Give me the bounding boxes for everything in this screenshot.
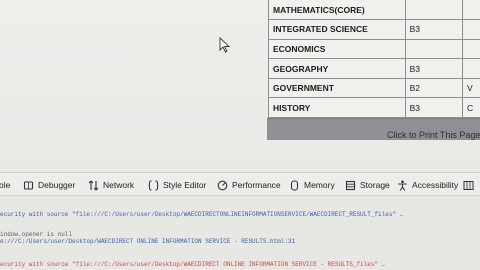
- accessibility-icon: [397, 180, 408, 191]
- tab-label: Network: [103, 180, 135, 190]
- subject-cell: GOVERNMENT: [268, 77, 406, 99]
- tab-memory[interactable]: Memory: [289, 178, 335, 192]
- tab-label: Memory: [304, 180, 335, 190]
- console-message: e:///C:/Users/user/Desktop/WAECDIRECT ON…: [0, 238, 296, 245]
- extra-cell: [462, 38, 480, 60]
- console-message: indow.opener is null: [0, 231, 73, 238]
- tab-label: Performance: [232, 180, 281, 190]
- tab-label: Storage: [360, 180, 390, 190]
- subject-cell: GEOGRAPHY: [268, 58, 406, 79]
- console-message: ecurity with source "file:///C:/Users/us…: [0, 261, 386, 268]
- tab-debugger[interactable]: Debugger: [23, 178, 75, 192]
- extra-cell: [462, 0, 480, 21]
- more-tools-icon: [463, 180, 474, 191]
- grade-cell: B2: [404, 77, 464, 99]
- memory-icon: [289, 179, 300, 191]
- console-output: ecurity with source "file:///C:/Users/us…: [0, 197, 480, 270]
- table-row: GOVERNMENT B2 V: [268, 77, 480, 99]
- grade-cell: B3: [404, 19, 464, 40]
- tab-label: Accessibility: [412, 180, 459, 190]
- extra-cell: [462, 58, 480, 79]
- subject-cell: ECONOMICS: [268, 38, 406, 60]
- table-row: MATHEMATICS(CORE): [268, 0, 480, 21]
- results-table: MATHEMATICS(CORE) INTEGRATED SCIENCE B3 …: [268, 0, 480, 118]
- table-row: ECONOMICS: [268, 38, 480, 60]
- grade-cell: B3: [404, 97, 464, 118]
- tab-performance[interactable]: Performance: [217, 178, 281, 192]
- results-page: MATHEMATICS(CORE) INTEGRATED SCIENCE B3 …: [0, 0, 480, 172]
- subject-cell: MATHEMATICS(CORE): [268, 0, 406, 21]
- devtools-toolbar: ole Debugger Network Style Editor Perfor…: [0, 172, 480, 196]
- table-row: GEOGRAPHY B3: [268, 58, 480, 79]
- subject-cell: HISTORY: [268, 97, 406, 118]
- extra-cell: [462, 19, 480, 40]
- network-icon: [88, 179, 99, 191]
- style-editor-icon: [148, 180, 159, 191]
- tab-console[interactable]: ole: [0, 178, 10, 192]
- print-button[interactable]: Click to Print This Page: [387, 130, 480, 140]
- table-row: INTEGRATED SCIENCE B3: [268, 19, 480, 40]
- tab-network[interactable]: Network: [88, 178, 134, 192]
- tab-storage[interactable]: Storage: [345, 178, 390, 192]
- table-row: HISTORY B3 C: [268, 97, 480, 118]
- debugger-icon: [23, 180, 34, 191]
- extra-cell: V: [462, 77, 480, 99]
- print-bar[interactable]: Click to Print This Page: [267, 118, 480, 140]
- tab-accessibility[interactable]: Accessibility: [397, 178, 458, 192]
- extra-cell: C: [462, 97, 480, 118]
- storage-icon: [345, 180, 356, 191]
- grade-cell: [404, 38, 464, 60]
- tab-label: Style Editor: [163, 180, 207, 190]
- subject-cell: INTEGRATED SCIENCE: [268, 19, 406, 40]
- tab-label: Debugger: [38, 180, 76, 190]
- tab-style-editor[interactable]: Style Editor: [148, 178, 206, 192]
- grade-cell: [404, 0, 464, 21]
- grade-cell: B3: [404, 58, 464, 79]
- mouse-pointer-icon: [219, 37, 231, 53]
- performance-icon: [217, 180, 228, 191]
- more-tools-button[interactable]: [463, 178, 478, 192]
- console-message: ecurity with source "file:///C:/Users/us…: [0, 211, 404, 218]
- tab-label: ole: [0, 180, 11, 190]
